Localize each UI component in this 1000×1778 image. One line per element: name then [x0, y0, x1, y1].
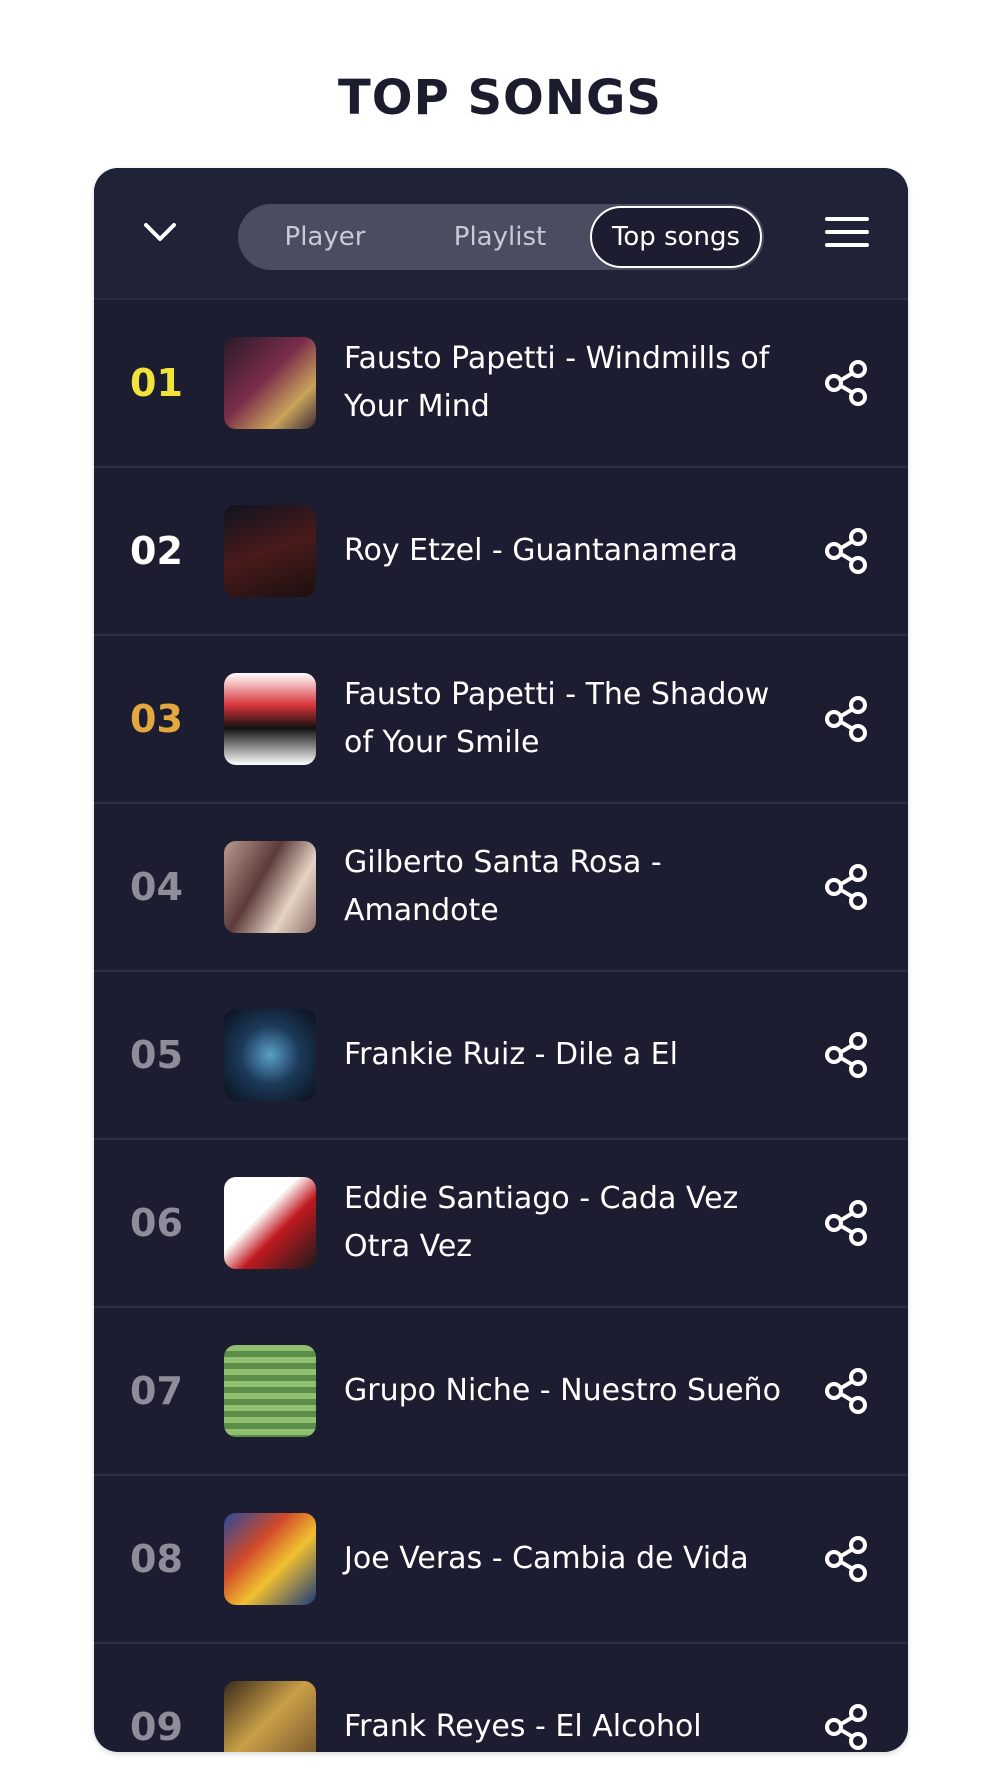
song-title: Grupo Niche - Nuestro Sueño: [344, 1373, 781, 1408]
share-button[interactable]: [822, 1702, 872, 1752]
song-title: Gilberto Santa Rosa - Amandote: [344, 845, 662, 928]
song-row[interactable]: 06 Eddie Santiago - Cada Vez Otra Vez: [94, 1140, 908, 1308]
menu-button[interactable]: [824, 214, 870, 250]
album-cover-grupo-niche: [224, 1345, 316, 1437]
tab-player[interactable]: Player: [240, 206, 410, 268]
player-header: Player Playlist Top songs: [94, 168, 908, 300]
share-button[interactable]: [822, 1366, 872, 1416]
song-rank: 05: [130, 1033, 183, 1077]
album-cover-trompetas-de-oro: [224, 505, 316, 597]
song-row[interactable]: 07 Grupo Niche - Nuestro Sueño: [94, 1308, 908, 1476]
song-row[interactable]: 09 Frank Reyes - El Alcohol: [94, 1644, 908, 1752]
tab-playlist[interactable]: Playlist: [410, 206, 590, 268]
share-button[interactable]: [822, 526, 872, 576]
share-button[interactable]: [822, 358, 872, 408]
album-cover-eddie-santiago-30-exitos: [224, 1177, 316, 1269]
top-songs-panel: Player Playlist Top songs 01 Fausto Papet…: [94, 168, 908, 1752]
song-title: Roy Etzel - Guantanamera: [344, 533, 738, 568]
hamburger-menu-icon: [825, 217, 869, 247]
share-button[interactable]: [822, 1030, 872, 1080]
song-row[interactable]: 05 Frankie Ruiz - Dile a El: [94, 972, 908, 1140]
share-icon: [825, 1032, 867, 1078]
collapse-button[interactable]: [140, 212, 180, 252]
song-rank: 07: [130, 1369, 183, 1413]
song-row[interactable]: 03 Fausto Papetti - The Shadow of Your Sm…: [94, 636, 908, 804]
song-rank: 04: [130, 865, 183, 909]
share-button[interactable]: [822, 1534, 872, 1584]
share-button[interactable]: [822, 1198, 872, 1248]
view-tabs: Player Playlist Top songs: [238, 204, 764, 270]
share-icon: [825, 696, 867, 742]
song-rank: 03: [130, 697, 183, 741]
share-icon: [825, 1536, 867, 1582]
share-icon: [825, 1704, 867, 1750]
album-cover-frank-reyes: [224, 1681, 316, 1752]
chevron-down-icon: [144, 223, 176, 241]
song-row[interactable]: 02 Roy Etzel - Guantanamera: [94, 468, 908, 636]
album-cover-fausto-papetti-collection: [224, 673, 316, 765]
share-button[interactable]: [822, 862, 872, 912]
tab-top-songs[interactable]: Top songs: [590, 206, 762, 268]
share-icon: [825, 528, 867, 574]
share-icon: [825, 864, 867, 910]
album-cover-radio-espacial: [224, 1009, 316, 1101]
album-cover-esencia: [224, 841, 316, 933]
song-rank: 08: [130, 1537, 183, 1581]
song-title: Fausto Papetti - Windmills of Your Mind: [344, 341, 770, 424]
song-rank: 02: [130, 529, 183, 573]
song-title: Frank Reyes - El Alcohol: [344, 1709, 702, 1744]
song-rank: 01: [130, 361, 183, 405]
album-cover-fausto-papetti-midnight: [224, 337, 316, 429]
song-rank: 06: [130, 1201, 183, 1245]
share-icon: [825, 1368, 867, 1414]
top-songs-list: 01 Fausto Papetti - Windmills of Your Min…: [94, 300, 908, 1752]
share-icon: [825, 1200, 867, 1246]
song-title: Eddie Santiago - Cada Vez Otra Vez: [344, 1181, 739, 1264]
song-rank: 09: [130, 1705, 183, 1749]
page-title: TOP SONGS: [338, 70, 662, 126]
song-row[interactable]: 04 Gilberto Santa Rosa - Amandote: [94, 804, 908, 972]
song-title: Joe Veras - Cambia de Vida: [344, 1541, 749, 1576]
song-title: Fausto Papetti - The Shadow of Your Smil…: [344, 677, 770, 760]
album-cover-bachatazo-vol-5: [224, 1513, 316, 1605]
share-icon: [825, 360, 867, 406]
song-title: Frankie Ruiz - Dile a El: [344, 1037, 678, 1072]
song-row[interactable]: 08 Joe Veras - Cambia de Vida: [94, 1476, 908, 1644]
song-row[interactable]: 01 Fausto Papetti - Windmills of Your Min…: [94, 300, 908, 468]
share-button[interactable]: [822, 694, 872, 744]
